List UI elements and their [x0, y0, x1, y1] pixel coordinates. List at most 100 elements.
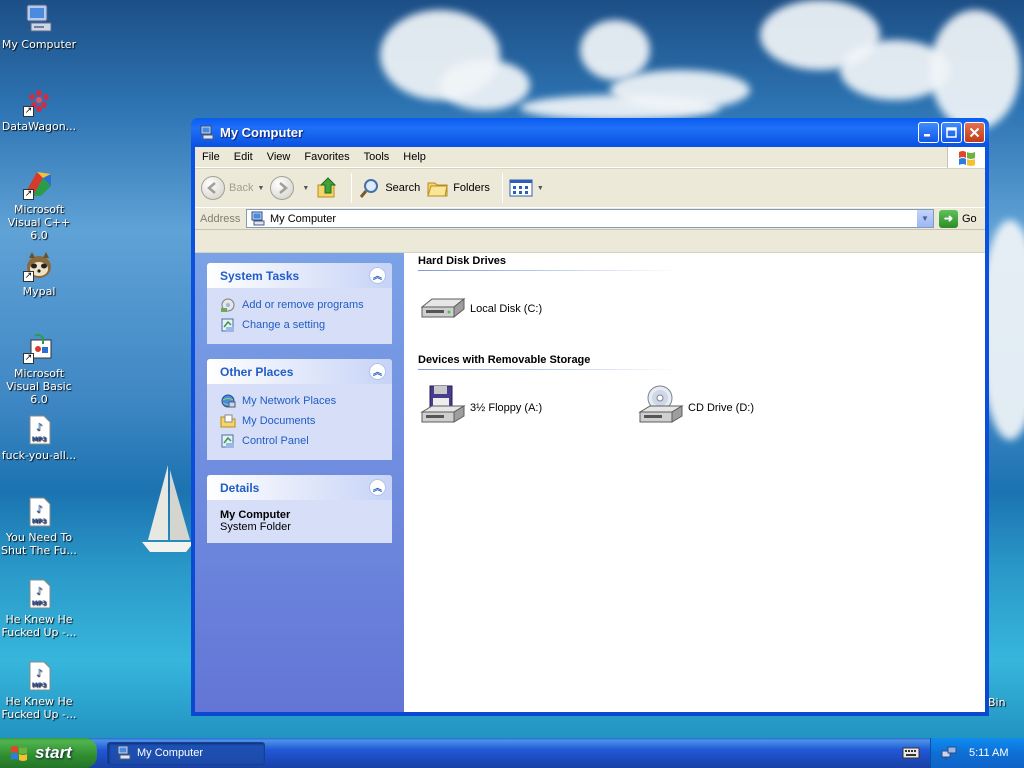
address-field[interactable]: My Computer ▼ — [246, 209, 934, 228]
taskbar-button-my-computer[interactable]: My Computer — [107, 741, 265, 765]
collapse-chevron-icon[interactable]: ︽ — [369, 479, 386, 496]
system-tasks-box: System Tasks ︽ Add or remove programs Ch… — [207, 263, 392, 344]
visual-basic-icon: ↗ — [23, 332, 55, 364]
add-remove-programs-icon — [221, 298, 235, 312]
mypal-icon: ↗ — [23, 250, 55, 282]
window-titlebar[interactable]: My Computer — [195, 118, 985, 147]
shortcut-arrow-icon: ↗ — [23, 106, 34, 117]
desktop-icon-label: He Knew He Fucked Up -... — [1, 695, 77, 721]
clock[interactable]: 5:11 AM — [969, 747, 1009, 759]
visual-cpp-icon: ↗ — [23, 168, 55, 200]
my-computer-icon — [117, 745, 131, 760]
address-value: My Computer — [270, 212, 337, 225]
local-disk-c[interactable]: Local Disk (C:) — [418, 285, 542, 333]
standard-toolbar: Back ▼ ▼ Search Folders ▼ — [195, 168, 985, 208]
details-title: Details — [220, 480, 260, 495]
back-button[interactable]: Back ▼ — [201, 176, 264, 200]
desktop-icon-mypal[interactable]: ↗ Mypal — [0, 250, 78, 298]
control-panel-icon — [221, 434, 234, 448]
views-icon — [509, 179, 533, 197]
mp3-file-icon: ♪ MP3 — [23, 660, 55, 692]
forward-arrow-icon — [270, 176, 295, 200]
menu-file[interactable]: File — [195, 151, 227, 163]
sailboat-decor — [142, 465, 194, 552]
cd-drive-d[interactable]: CD Drive (D:) — [636, 384, 754, 432]
maximize-icon — [946, 127, 957, 138]
window-client-area: File Edit View Favorites Tools Help Back… — [195, 147, 985, 712]
details-name: My Computer — [220, 509, 291, 521]
desktop-icon-mp3-4[interactable]: ♪ MP3 He Knew He Fucked Up -... — [0, 660, 78, 721]
menu-favorites[interactable]: Favorites — [297, 151, 356, 163]
my-documents-icon — [220, 414, 236, 428]
recycle-bin-label-fragment[interactable]: Bin — [988, 696, 1006, 709]
menu-edit[interactable]: Edit — [227, 151, 260, 163]
chevron-down-icon[interactable]: ▼ — [257, 185, 264, 192]
minimize-button[interactable] — [918, 122, 939, 143]
my-network-places-link[interactable]: My Network Places — [220, 391, 382, 411]
chevron-down-icon[interactable]: ▼ — [302, 185, 309, 192]
control-panel-link[interactable]: Control Panel — [220, 431, 382, 451]
removable-storage-header: Devices with Removable Storage — [418, 354, 591, 366]
drive-label: Local Disk (C:) — [470, 303, 543, 315]
details-box: Details ︽ My Computer System Folder — [207, 475, 392, 543]
svg-text:♪: ♪ — [36, 668, 42, 679]
mp3-file-icon: ♪ MP3 — [23, 496, 55, 528]
floppy-drive-a[interactable]: 3½ Floppy (A:) — [418, 384, 542, 432]
svg-text:MP3: MP3 — [32, 518, 47, 525]
collapse-chevron-icon[interactable]: ︽ — [369, 363, 386, 380]
menu-help[interactable]: Help — [396, 151, 433, 163]
content-pane: Hard Disk Drives Local Disk (C:) Devices… — [404, 253, 985, 712]
desktop-icon-my-computer[interactable]: My Computer — [0, 3, 78, 51]
folders-button[interactable]: Folders — [426, 176, 490, 200]
taskbar-button-label: My Computer — [137, 747, 204, 759]
up-folder-button[interactable] — [315, 176, 339, 200]
svg-text:♪: ♪ — [36, 422, 42, 433]
system-tasks-header[interactable]: System Tasks ︽ — [207, 263, 392, 288]
task-link-label: My Network Places — [242, 395, 337, 407]
maximize-button[interactable] — [941, 122, 962, 143]
windows-logo-icon — [947, 147, 985, 168]
network-status-icon[interactable] — [941, 745, 957, 761]
floppy-drive-icon — [420, 385, 466, 423]
desktop-icon-label: Microsoft Visual Basic 6.0 — [6, 367, 72, 406]
desktop-icon-mp3-1[interactable]: ♪ MP3 fuck-you-all... — [0, 414, 78, 462]
details-header[interactable]: Details ︽ — [207, 475, 392, 500]
cd-drive-icon — [638, 385, 684, 423]
change-setting-link[interactable]: Change a setting — [220, 315, 382, 335]
back-arrow-icon — [201, 176, 225, 200]
address-dropdown-button[interactable]: ▼ — [916, 210, 933, 227]
minimize-icon — [924, 134, 930, 137]
toolbar-separator — [501, 173, 503, 203]
back-label: Back — [229, 182, 254, 194]
window-title: My Computer — [220, 125, 304, 140]
desktop-icon-visual-basic[interactable]: ↗ Microsoft Visual Basic 6.0 — [0, 332, 78, 406]
add-remove-programs-link[interactable]: Add or remove programs — [220, 295, 382, 315]
desktop-icon-visual-cpp[interactable]: ↗ Microsoft Visual C++ 6.0 — [0, 168, 78, 242]
mp3-file-icon: ♪ MP3 — [23, 578, 55, 610]
address-bar: Address My Computer ▼ ➜ Go — [195, 208, 985, 230]
svg-text:MP3: MP3 — [32, 682, 47, 689]
desktop-icon-label: Microsoft Visual C++ 6.0 — [7, 203, 71, 242]
menu-view[interactable]: View — [260, 151, 298, 163]
keyboard-icon[interactable] — [902, 745, 920, 759]
task-pane: System Tasks ︽ Add or remove programs Ch… — [195, 253, 404, 712]
shortcut-arrow-icon: ↗ — [23, 353, 34, 364]
desktop-icon-mp3-3[interactable]: ♪ MP3 He Knew He Fucked Up -... — [0, 578, 78, 639]
collapse-chevron-icon[interactable]: ︽ — [369, 267, 386, 284]
desktop-icon-datawagon[interactable]: ↗ DataWagon... — [0, 85, 78, 133]
svg-text:♪: ♪ — [36, 586, 42, 597]
views-button[interactable]: ▼ — [509, 178, 544, 198]
close-button[interactable] — [964, 122, 985, 143]
my-computer-icon — [23, 3, 55, 35]
hard-disk-drives-header: Hard Disk Drives — [418, 255, 507, 267]
forward-button[interactable]: ▼ — [270, 176, 309, 200]
search-button[interactable]: Search — [358, 176, 420, 200]
desktop-icon-mp3-2[interactable]: ♪ MP3 You Need To Shut The Fu... — [0, 496, 78, 557]
go-button[interactable]: ➜ Go — [939, 209, 977, 228]
other-places-header[interactable]: Other Places ︽ — [207, 359, 392, 384]
windows-logo-icon — [11, 746, 27, 761]
datawagon-icon: ↗ — [23, 85, 55, 117]
my-documents-link[interactable]: My Documents — [220, 411, 382, 431]
start-button[interactable]: start — [0, 738, 97, 768]
menu-tools[interactable]: Tools — [357, 151, 397, 163]
